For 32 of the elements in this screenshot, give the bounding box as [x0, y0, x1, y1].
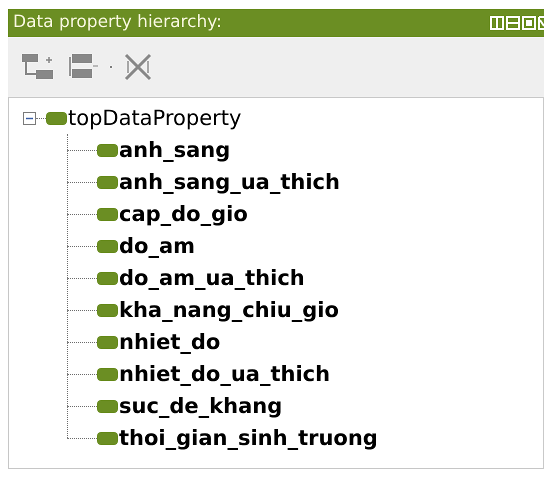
tree-item[interactable]: topDataProperty — [68, 108, 242, 128]
collapse-toggle[interactable] — [23, 112, 36, 124]
data-property-icon — [97, 176, 118, 188]
tree-item[interactable]: anh_sang_ua_thich — [119, 172, 340, 192]
delete-icon[interactable] — [124, 53, 152, 81]
tree-item[interactable]: nhiet_do — [119, 332, 220, 352]
separator-icon — [110, 66, 112, 68]
window-control-icon[interactable] — [522, 16, 536, 30]
data-property-icon — [97, 336, 118, 348]
data-property-icon — [97, 432, 118, 444]
data-property-icon — [97, 400, 118, 412]
tree-item[interactable]: kha_nang_chiu_gio — [119, 300, 339, 320]
tree-item[interactable]: do_am_ua_thich — [119, 268, 305, 288]
tree-item[interactable]: nhiet_do_ua_thich — [119, 364, 330, 384]
data-property-icon — [97, 144, 118, 156]
tree-item[interactable]: anh_sang — [119, 140, 230, 160]
add-sibling-property-icon[interactable] — [66, 54, 98, 80]
add-subproperty-icon[interactable] — [22, 54, 54, 80]
data-property-icon — [97, 208, 118, 220]
data-property-icon — [97, 240, 118, 252]
window-control-icon[interactable] — [506, 16, 520, 30]
window-control-icon[interactable] — [490, 16, 504, 30]
data-property-icon — [97, 272, 118, 284]
data-property-icon — [97, 304, 118, 316]
tree-item[interactable]: do_am — [119, 236, 196, 256]
data-property-icon — [97, 368, 118, 380]
panel-title: Data property hierarchy: — [13, 11, 222, 34]
tree-item[interactable]: cap_do_gio — [119, 204, 248, 224]
close-icon[interactable] — [538, 16, 544, 30]
data-property-icon — [46, 112, 67, 124]
tree-item[interactable]: thoi_gian_sinh_truong — [119, 428, 378, 448]
tree-item[interactable]: suc_de_khang — [119, 396, 282, 416]
